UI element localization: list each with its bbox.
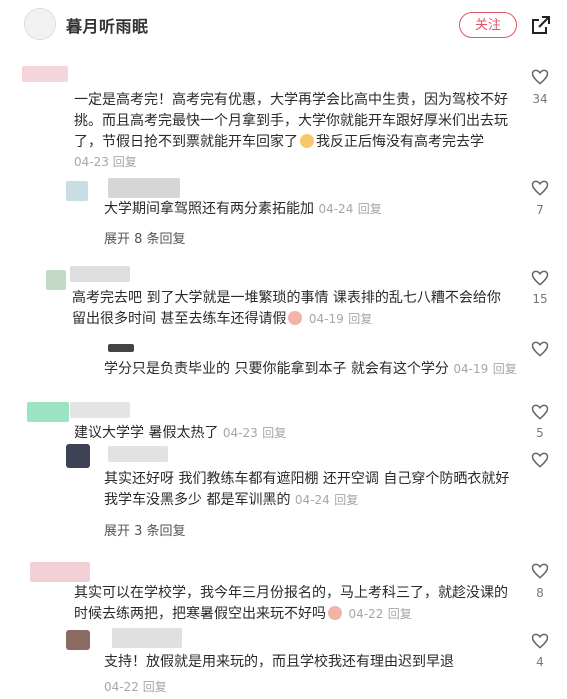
username-blurred (108, 178, 180, 198)
comment-meta: 04-22 回复 (104, 678, 167, 695)
reply-link[interactable]: 回复 (262, 426, 286, 440)
comment-date: 04-22 (104, 680, 139, 694)
reply-link[interactable]: 回复 (388, 607, 412, 621)
header: 暮月听雨眠 关注 (0, 0, 567, 52)
avatar[interactable] (66, 181, 88, 201)
username-blurred (70, 266, 130, 282)
avatar[interactable] (22, 66, 68, 82)
share-icon[interactable] (530, 14, 552, 36)
like-count: 5 (536, 426, 544, 440)
comment-text: 其实可以在学校学，我今年三月份报名的，马上考科三了，就趁没课的 时候去练两把，把… (74, 585, 508, 622)
comment-meta: 04-23 回复 (74, 153, 137, 170)
comment-text: 学分只是负责毕业的 只要你能拿到本子 就会有这个学分 04-19 回复 (104, 361, 517, 377)
heart-outline-icon[interactable] (530, 178, 550, 198)
avatar[interactable] (66, 630, 90, 650)
heart-outline-icon[interactable] (530, 631, 550, 651)
heart-outline-icon[interactable] (530, 561, 550, 581)
reply-link[interactable]: 回复 (143, 680, 167, 694)
like-count: 4 (536, 655, 544, 669)
emoji-icon (328, 606, 342, 620)
reply-link[interactable]: 回复 (348, 312, 372, 326)
comment-date: 04-19 (453, 362, 489, 376)
follow-button[interactable]: 关注 (459, 12, 517, 38)
comment-date: 04-24 (318, 202, 354, 216)
comment-date: 04-23 (222, 426, 258, 440)
reply-link[interactable]: 回复 (113, 155, 137, 169)
comment-date: 04-22 (348, 607, 384, 621)
avatar[interactable] (27, 402, 69, 422)
comment-date: 04-19 (308, 312, 344, 326)
comment-text: 其实还好呀 我们教练车都有遮阳棚 还开空调 自己穿个防晒衣就好 我学车没黑多少 … (104, 471, 510, 508)
heart-outline-icon[interactable] (530, 67, 550, 87)
comment-date: 04-24 (294, 493, 330, 507)
reply-link[interactable]: 回复 (493, 362, 517, 376)
comment-text: 高考完去吧 到了大学就是一堆繁琐的事情 课表排的乱七八糟不会给你 留出很多时间 … (72, 290, 501, 327)
author-name[interactable]: 暮月听雨眠 (66, 13, 149, 37)
avatar[interactable] (30, 562, 90, 582)
heart-outline-icon[interactable] (530, 402, 550, 422)
username-blurred (112, 628, 182, 648)
heart-outline-icon[interactable] (530, 268, 550, 288)
like-count: 7 (536, 203, 544, 217)
like-count: 34 (532, 92, 548, 106)
comment-text: 大学期间拿驾照还有两分素拓能加 04-24 回复 (104, 201, 382, 217)
comment-text: 一定是高考完！高考完有优惠，大学再学会比高中生贵，因为驾校不好 挑。而且高考完最… (74, 92, 508, 150)
like-count: 15 (532, 292, 548, 306)
expand-replies-link[interactable]: 展开 8 条回复 (104, 228, 186, 247)
emoji-icon (300, 134, 314, 148)
comment-text: 支持！放假就是用来玩的，而且学校我还有理由迟到早退 (104, 654, 454, 670)
heart-outline-icon[interactable] (530, 339, 550, 359)
comment-text: 建议大学学 暑假太热了 04-23 回复 (74, 425, 287, 441)
emoji-icon (288, 311, 303, 325)
avatar[interactable] (108, 344, 134, 352)
comment-date: 04-23 (74, 155, 109, 169)
reply-link[interactable]: 回复 (358, 202, 382, 216)
like-count: 8 (536, 586, 544, 600)
username-blurred (70, 402, 130, 418)
expand-replies-link[interactable]: 展开 3 条回复 (104, 520, 186, 539)
author-avatar[interactable] (24, 8, 56, 40)
avatar[interactable] (46, 270, 66, 290)
username-blurred (108, 446, 168, 462)
reply-link[interactable]: 回复 (334, 493, 358, 507)
avatar[interactable] (66, 444, 90, 468)
heart-outline-icon[interactable] (530, 450, 550, 470)
